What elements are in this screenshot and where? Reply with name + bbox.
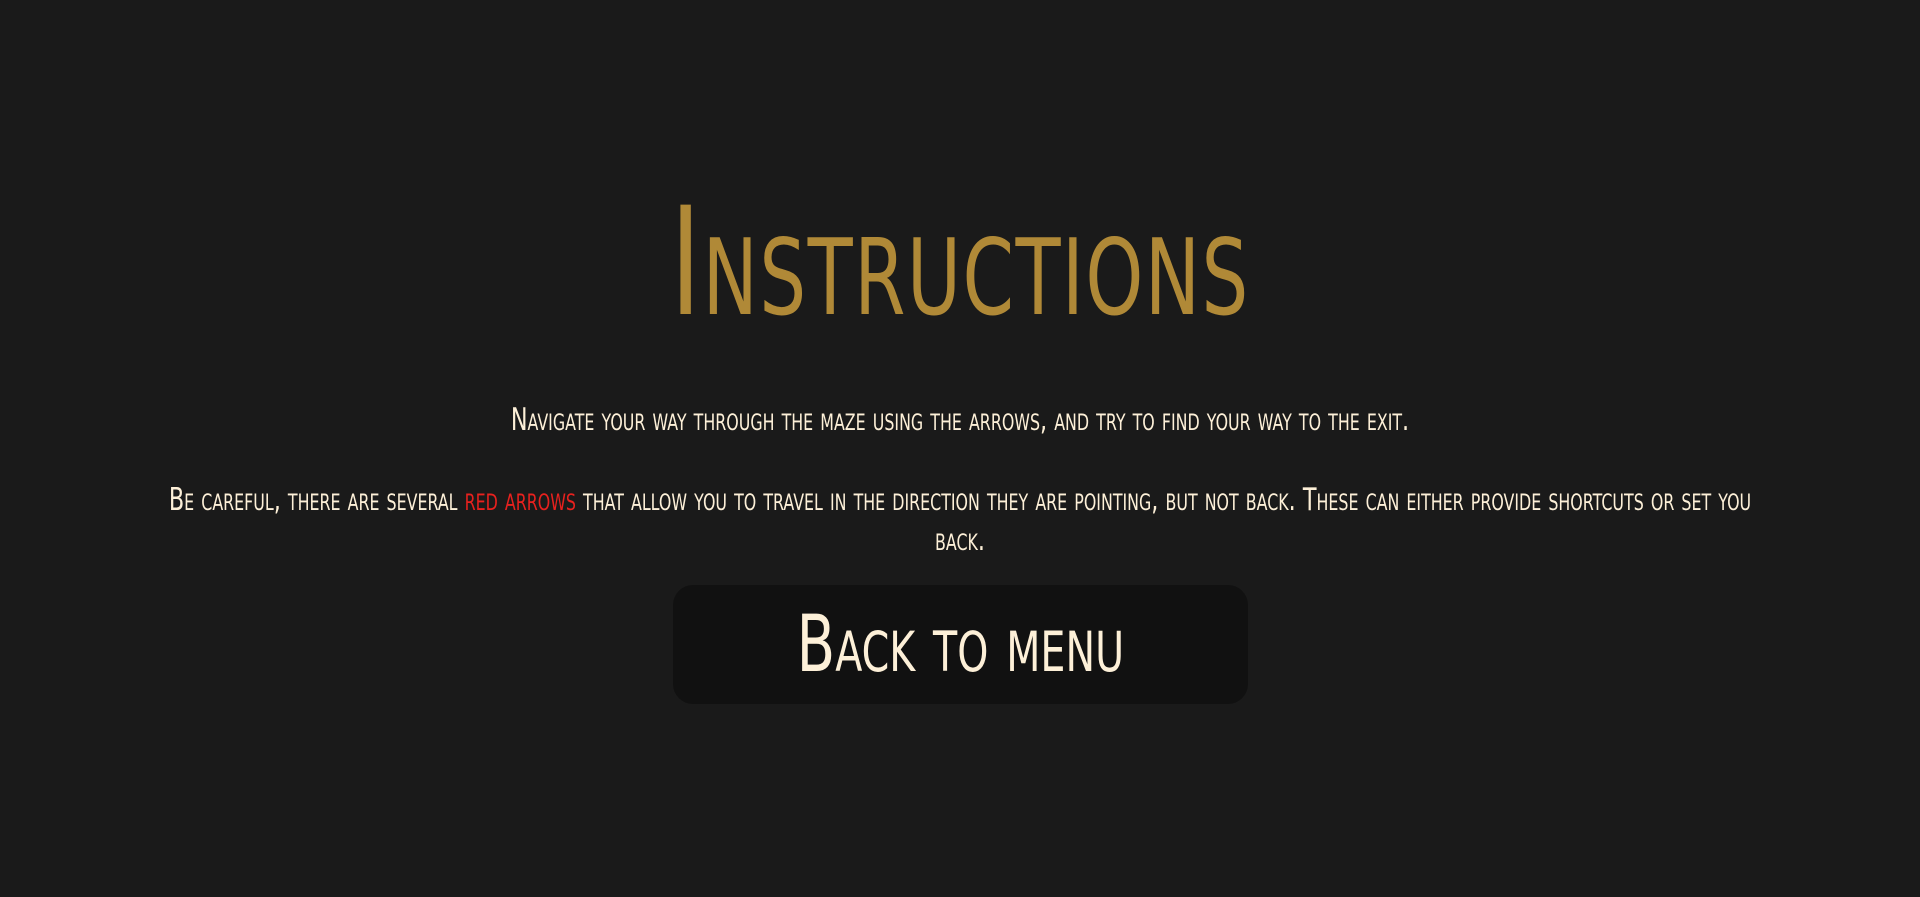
instructions-screen: Instructions Navigate your way through t… — [0, 0, 1920, 897]
back-to-menu-label: Back to menu — [796, 599, 1125, 690]
page-title: Instructions — [670, 176, 1250, 350]
back-to-menu-button[interactable]: Back to menu — [673, 585, 1248, 704]
instruction-warning-text: Be careful, there are several red arrows… — [168, 480, 1752, 560]
warning-text-start: Be careful, there are several — [168, 482, 465, 518]
red-arrows-highlight: red arrows — [464, 482, 576, 518]
warning-text-end: that allow you to travel in the directio… — [575, 482, 1752, 558]
instruction-warning-paragraph: Be careful, there are several red arrows… — [100, 480, 1820, 560]
instruction-navigate-text: Navigate your way through the maze using… — [510, 402, 1410, 438]
